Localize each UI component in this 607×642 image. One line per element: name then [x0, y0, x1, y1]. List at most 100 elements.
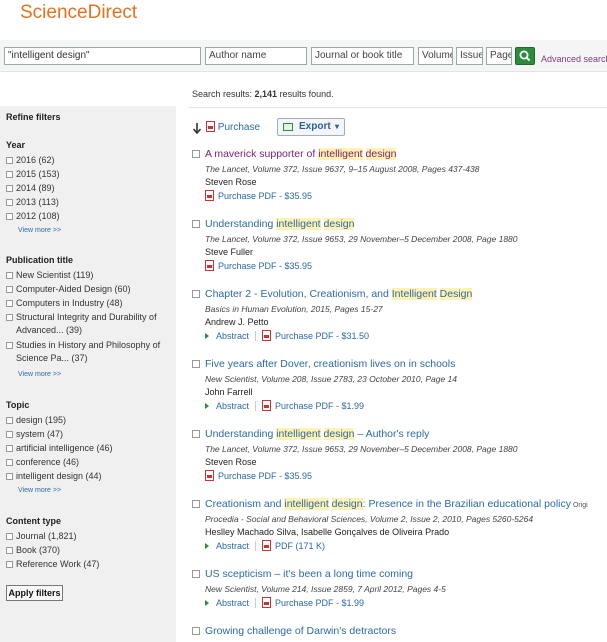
link-separator [255, 598, 257, 608]
checkbox[interactable] [6, 445, 13, 452]
filter-option[interactable]: Computers in Industry (48) [6, 297, 174, 310]
filter-option[interactable]: Computer-Aided Design (60) [6, 283, 174, 296]
checkbox[interactable] [6, 561, 13, 568]
filter-option[interactable]: 2013 (113) [6, 196, 174, 209]
result-authors: Steve Fuller [205, 247, 254, 257]
filter-option[interactable]: 2016 (62) [6, 154, 174, 167]
chevron-down-icon: ▾ [335, 122, 340, 131]
filter-option[interactable]: 2014 (89) [6, 182, 174, 195]
result-title-link[interactable]: Understanding intelligent design – Autho… [205, 428, 429, 440]
issue-input[interactable]: Issue [456, 47, 483, 65]
result-title-link[interactable]: Creationism and intelligent design: Pres… [205, 498, 588, 510]
view-more-year-link[interactable]: View more >> [18, 227, 61, 234]
download-arrow-icon[interactable] [192, 122, 202, 134]
filter-option[interactable]: Studies in History and Philosophy of Sci… [6, 339, 166, 365]
result-title-link[interactable]: Understanding intelligent design [205, 218, 355, 230]
refine-filters-sidebar: Refine filters Year 2016 (62) 2015 (153)… [0, 106, 176, 642]
result-title-link[interactable]: US scepticism – it's been a long time co… [205, 568, 413, 580]
result-links: Abstract Purchase PDF - $1.99 [205, 400, 364, 411]
volume-input[interactable]: Volume [418, 47, 453, 65]
keyword-search-input[interactable]: "intelligent design" [4, 47, 201, 65]
result-checkbox[interactable] [192, 500, 200, 508]
purchase-pdf-link[interactable]: Purchase PDF - $1.99 [262, 597, 364, 608]
checkbox[interactable] [6, 314, 13, 321]
results-count: Search results: 2,141 results found. [192, 89, 334, 99]
pdf-icon [205, 470, 214, 481]
purchase-pdf-link[interactable]: Purchase PDF - $31.50 [262, 330, 369, 341]
checkbox[interactable] [6, 300, 13, 307]
filter-option[interactable]: Journal (1,821) [6, 530, 174, 543]
checkbox[interactable] [6, 286, 13, 293]
checkbox[interactable] [6, 199, 13, 206]
advanced-search-link[interactable]: Advanced search [541, 54, 607, 64]
result-checkbox[interactable] [192, 290, 200, 298]
filter-option[interactable]: intelligent design (44) [6, 470, 174, 483]
checkbox[interactable] [6, 342, 13, 349]
abstract-link[interactable]: Abstract [205, 541, 249, 551]
checkbox[interactable] [6, 533, 13, 540]
view-more-publication-link[interactable]: View more >> [18, 371, 61, 378]
result-title-link[interactable]: Growing challenge of Darwin's detractors [205, 625, 396, 637]
export-icon [283, 123, 293, 131]
export-button[interactable]: Export ▾ [277, 118, 345, 136]
pdf-icon [262, 400, 272, 411]
purchase-pdf-link[interactable]: Purchase PDF - $35.95 [205, 470, 312, 481]
abstract-link[interactable]: Abstract [205, 401, 249, 411]
checkbox[interactable] [6, 213, 13, 220]
checkbox[interactable] [6, 459, 13, 466]
result-title-link[interactable]: Five years after Dover, creationism live… [205, 358, 455, 370]
page-input[interactable]: Page [486, 47, 512, 65]
pdf-icon [205, 260, 214, 271]
filter-option[interactable]: design (195) [6, 414, 174, 427]
filter-option[interactable]: Book (370) [6, 544, 174, 557]
checkbox[interactable] [6, 171, 13, 178]
purchase-pdf-link[interactable]: Purchase PDF - $35.95 [205, 190, 312, 201]
checkbox[interactable] [6, 185, 13, 192]
result-checkbox[interactable] [192, 220, 200, 228]
purchase-link[interactable]: Purchase [206, 121, 260, 133]
result-checkbox[interactable] [192, 430, 200, 438]
abstract-link[interactable]: Abstract [205, 598, 249, 608]
result-checkbox[interactable] [192, 570, 200, 578]
apply-filters-button[interactable]: Apply filters [6, 585, 63, 601]
result-title-link[interactable]: A maverick supporter of intelligent desi… [205, 148, 397, 160]
checkbox[interactable] [6, 547, 13, 554]
result-checkbox[interactable] [192, 150, 200, 158]
pdf-icon [262, 597, 272, 608]
filter-option[interactable]: artificial intelligence (46) [6, 442, 174, 455]
filter-option[interactable]: conference (46) [6, 456, 174, 469]
result-links: Abstract Purchase PDF - $31.50 [205, 330, 369, 341]
author-name-input[interactable]: Author name [205, 47, 307, 65]
result-source: The Lancet, Volume 372, Issue 9637, 9–15… [205, 164, 480, 174]
checkbox[interactable] [6, 272, 13, 279]
filter-option[interactable]: Reference Work (47) [6, 558, 174, 571]
filter-option[interactable]: 2012 (108) [6, 210, 174, 223]
view-more-topic-link[interactable]: View more >> [18, 487, 61, 494]
result-links: Abstract PDF (171 K) [205, 540, 325, 551]
abstract-link[interactable]: Abstract [205, 331, 249, 341]
sciencedirect-logo[interactable]: ScienceDirect [20, 2, 137, 24]
result-checkbox[interactable] [192, 627, 200, 635]
result-source: The Lancet, Volume 372, Issue 9653, 29 N… [205, 234, 518, 244]
filter-option[interactable]: New Scientist (119) [6, 269, 174, 282]
result-source: Basics in Human Evolution, 2015, Pages 1… [205, 304, 383, 314]
filter-option[interactable]: 2015 (153) [6, 168, 174, 181]
filter-option[interactable]: Structural Integrity and Durability of A… [6, 311, 166, 337]
purchase-pdf-link[interactable]: Purchase PDF - $35.95 [205, 260, 312, 271]
checkbox[interactable] [6, 431, 13, 438]
filter-heading-topic: Topic [6, 400, 30, 410]
result-links: Purchase PDF - $35.95 [205, 190, 312, 201]
result-authors: John Farrell [205, 387, 253, 397]
search-bar: "intelligent design" Author name Journal… [0, 40, 607, 72]
checkbox[interactable] [6, 473, 13, 480]
result-title-link[interactable]: Chapter 2 - Evolution, Creationism, and … [205, 288, 473, 300]
purchase-pdf-link[interactable]: PDF (171 K) [262, 540, 325, 551]
result-checkbox[interactable] [192, 360, 200, 368]
purchase-pdf-link[interactable]: Purchase PDF - $1.99 [262, 400, 364, 411]
filter-option[interactable]: system (47) [6, 428, 174, 441]
checkbox[interactable] [6, 417, 13, 424]
search-submit-button[interactable] [515, 47, 535, 65]
filter-heading-year: Year [6, 140, 26, 150]
checkbox[interactable] [6, 157, 13, 164]
journal-title-input[interactable]: Journal or book title [311, 47, 414, 65]
